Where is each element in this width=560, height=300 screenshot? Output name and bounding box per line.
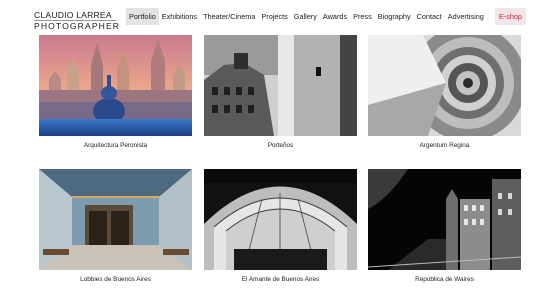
gallery-photo[interactable] xyxy=(368,169,521,270)
nav-theater-cinema[interactable]: Theater/Cinema xyxy=(200,8,258,25)
gallery-caption[interactable]: Porteños xyxy=(204,142,357,149)
glass-dome-photo xyxy=(204,169,357,270)
gallery-caption[interactable]: Arquitectura Peronista xyxy=(39,142,192,149)
main-nav: Portfolio Exhibitions Theater/Cinema Pro… xyxy=(126,8,526,25)
gallery-photo[interactable] xyxy=(368,35,521,136)
brand-name: CLAUDIO LARREA xyxy=(34,10,112,20)
night-city-photo xyxy=(368,169,521,270)
nav-biography[interactable]: Biography xyxy=(375,8,414,25)
castle-fountain-photo xyxy=(39,35,192,136)
gallery-caption[interactable]: Argentum Regina xyxy=(368,142,521,149)
nav-contact[interactable]: Contact xyxy=(414,8,445,25)
nav-portfolio[interactable]: Portfolio xyxy=(126,8,159,25)
spiral-ceiling-photo xyxy=(368,35,521,136)
gallery-caption[interactable]: Lobbies de Buenos Aires xyxy=(39,276,192,283)
gallery-photo[interactable] xyxy=(204,169,357,270)
nav-press[interactable]: Press xyxy=(350,8,375,25)
gallery-caption[interactable]: El Amante de Buenos Aires xyxy=(204,276,357,283)
nav-eshop-button[interactable]: E-shop xyxy=(494,8,526,25)
nav-projects[interactable]: Projects xyxy=(258,8,290,25)
building-facade-photo xyxy=(204,35,357,136)
nav-awards[interactable]: Awards xyxy=(320,8,350,25)
nav-advertising[interactable]: Advertising xyxy=(445,8,487,25)
brand-subtitle: PHOTOGRAPHER xyxy=(34,20,121,31)
gallery-caption[interactable]: República de Waires xyxy=(368,276,521,283)
nav-exhibitions[interactable]: Exhibitions xyxy=(159,8,200,25)
nav-gallery[interactable]: Gallery xyxy=(291,8,320,25)
gallery-photo[interactable] xyxy=(204,35,357,136)
gallery-photo[interactable] xyxy=(39,35,192,136)
lobby-interior-photo xyxy=(39,169,192,270)
site-logo[interactable]: CLAUDIO LARREA PHOTOGRAPHER xyxy=(34,10,121,31)
gallery-photo[interactable] xyxy=(39,169,192,270)
